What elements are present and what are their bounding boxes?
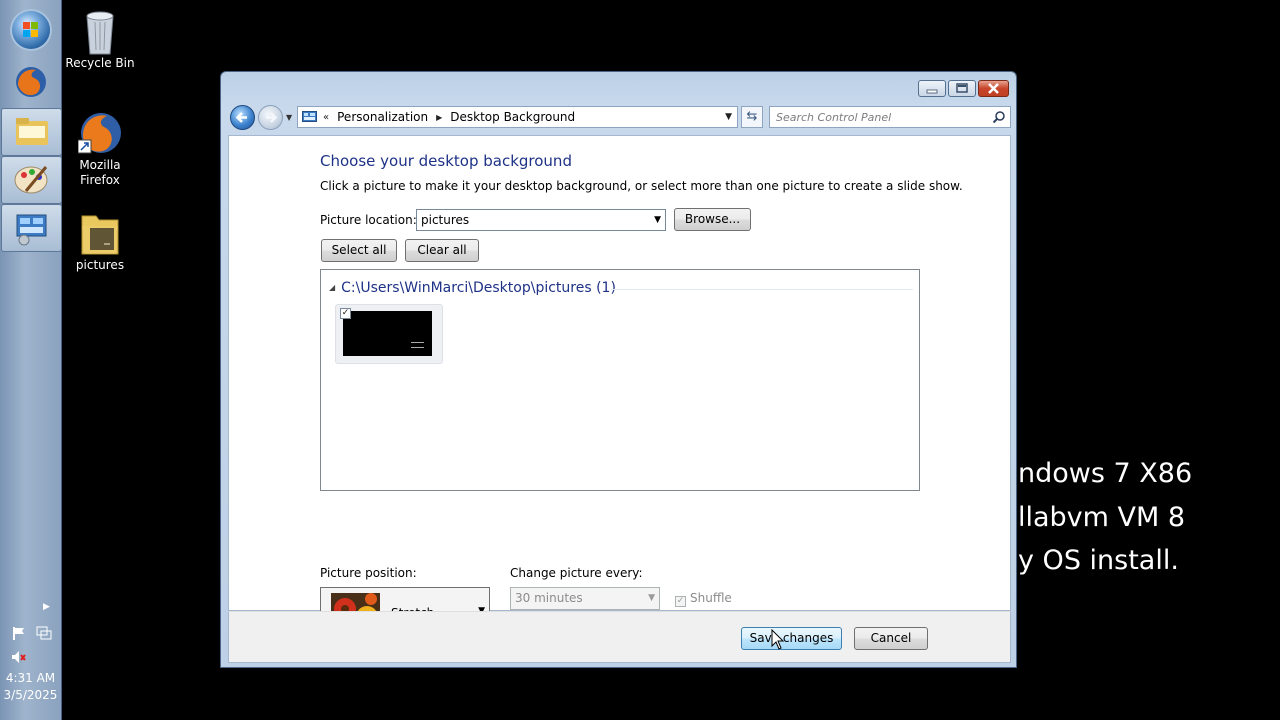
minimize-button[interactable] bbox=[918, 80, 946, 97]
address-bar[interactable]: « Personalization ▶ Desktop Background ▼ bbox=[297, 106, 738, 128]
desktop-icon-pictures[interactable]: pictures bbox=[60, 210, 140, 273]
tray-expand-icon[interactable]: ▶ bbox=[43, 602, 50, 612]
recent-pages-dropdown[interactable]: ▼ bbox=[286, 113, 294, 122]
picture-location-label: Picture location: bbox=[320, 213, 417, 227]
mouse-cursor-icon bbox=[771, 629, 785, 650]
control-panel-icon bbox=[16, 214, 47, 246]
refresh-button[interactable]: ⇆ bbox=[741, 106, 763, 128]
collapse-triangle-icon[interactable]: ◢ bbox=[329, 283, 335, 292]
wallpaper-text-line: y OS install. bbox=[1018, 545, 1179, 576]
page-title: Choose your desktop background bbox=[320, 152, 572, 170]
clear-all-button[interactable]: Clear all bbox=[405, 239, 479, 262]
group-header-label: C:\Users\WinMarci\Desktop\pictures (1) bbox=[341, 280, 616, 296]
taskbar-control-panel-button[interactable] bbox=[1, 204, 62, 252]
content-pane: Choose your desktop background Click a p… bbox=[228, 135, 1011, 637]
start-button[interactable] bbox=[12, 11, 50, 49]
network-icon[interactable] bbox=[36, 626, 52, 640]
page-description: Click a picture to make it your desktop … bbox=[320, 179, 963, 193]
windows-flag-icon bbox=[23, 22, 39, 38]
shuffle-checkbox[interactable]: ✓ Shuffle bbox=[675, 591, 732, 607]
window-controls bbox=[918, 80, 1009, 98]
back-arrow-icon bbox=[235, 112, 247, 123]
folder-icon bbox=[16, 118, 48, 145]
taskbar-firefox-button[interactable] bbox=[12, 63, 50, 101]
maximize-button[interactable] bbox=[948, 80, 976, 97]
taskbar-paint-button[interactable] bbox=[1, 156, 62, 204]
picture-location-value: pictures bbox=[421, 213, 470, 227]
desktop-icon-label: Recycle Bin bbox=[65, 56, 135, 70]
desktop-icon-recycle-bin[interactable]: Recycle Bin bbox=[60, 8, 140, 71]
breadcrumb-separator-icon[interactable]: ▶ bbox=[436, 113, 442, 122]
recycle-bin-icon bbox=[86, 11, 114, 55]
search-icon[interactable] bbox=[993, 111, 1005, 123]
close-icon bbox=[988, 83, 999, 94]
wallpaper-text-line: ndows 7 X86 bbox=[1018, 458, 1193, 489]
chevron-down-icon: ▼ bbox=[648, 593, 655, 603]
search-box[interactable] bbox=[769, 106, 1011, 128]
breadcrumb-desktop-background[interactable]: Desktop Background bbox=[450, 110, 575, 124]
maximize-icon bbox=[956, 83, 968, 93]
picture-location-select[interactable]: pictures ▼ bbox=[416, 209, 666, 231]
breadcrumb-personalization[interactable]: Personalization bbox=[337, 110, 428, 124]
shuffle-checkbox-box[interactable]: ✓ bbox=[675, 596, 686, 607]
save-changes-button[interactable]: Save changes bbox=[741, 627, 842, 650]
chevron-down-icon: ▼ bbox=[654, 215, 661, 225]
desktop-icon-label: pictures bbox=[75, 258, 125, 272]
wallpaper-text-line: llabvm VM 8 bbox=[1018, 502, 1186, 533]
control-panel-icon bbox=[302, 110, 317, 124]
action-center-flag-icon[interactable] bbox=[11, 626, 27, 640]
picture-position-label: Picture position: bbox=[320, 566, 417, 580]
picture-list[interactable]: ◢ C:\Users\WinMarci\Desktop\pictures (1) … bbox=[320, 269, 920, 491]
desktop-icon-label: Mozilla Firefox bbox=[79, 158, 121, 187]
browse-button[interactable]: Browse... bbox=[674, 208, 751, 231]
shuffle-label: Shuffle bbox=[690, 591, 732, 605]
picture-thumbnail[interactable]: ✓ bbox=[335, 304, 443, 364]
dialog-footer: Save changes Cancel bbox=[228, 611, 1011, 663]
refresh-icon: ⇆ bbox=[746, 109, 758, 124]
change-picture-label: Change picture every: bbox=[510, 566, 643, 580]
desktop-icon-firefox[interactable]: Mozilla Firefox bbox=[60, 110, 140, 188]
close-button[interactable] bbox=[978, 80, 1009, 97]
thumbnail-image bbox=[343, 311, 432, 356]
control-panel-window: ▼ « Personalization ▶ Desktop Background… bbox=[220, 71, 1017, 668]
change-picture-select[interactable]: 30 minutes ▼ bbox=[510, 587, 660, 610]
breadcrumb-overflow-icon[interactable]: « bbox=[323, 112, 329, 123]
taskbar: ▶ 4:31 AM 3/5/2025 bbox=[0, 0, 62, 720]
clock-time[interactable]: 4:31 AM bbox=[0, 670, 61, 687]
clock-date[interactable]: 3/5/2025 bbox=[0, 687, 61, 704]
minimize-icon bbox=[926, 89, 938, 94]
change-picture-value: 30 minutes bbox=[515, 591, 583, 605]
forward-button[interactable] bbox=[258, 105, 283, 130]
back-button[interactable] bbox=[230, 105, 255, 130]
firefox-icon bbox=[16, 67, 46, 97]
folder-icon bbox=[81, 215, 119, 255]
firefox-icon bbox=[77, 113, 121, 154]
paint-palette-icon bbox=[14, 166, 48, 194]
forward-arrow-icon bbox=[266, 112, 278, 123]
group-header[interactable]: ◢ C:\Users\WinMarci\Desktop\pictures (1) bbox=[329, 280, 616, 296]
thumbnail-checkbox[interactable]: ✓ bbox=[340, 308, 351, 319]
cancel-button[interactable]: Cancel bbox=[854, 627, 928, 650]
address-dropdown-icon[interactable]: ▼ bbox=[725, 112, 732, 122]
volume-muted-icon[interactable] bbox=[11, 650, 27, 664]
taskbar-explorer-button[interactable] bbox=[1, 108, 62, 156]
select-all-button[interactable]: Select all bbox=[321, 239, 397, 262]
group-divider bbox=[611, 289, 913, 290]
navigation-bar: ▼ « Personalization ▶ Desktop Background… bbox=[229, 104, 1011, 130]
search-input[interactable] bbox=[776, 108, 976, 126]
